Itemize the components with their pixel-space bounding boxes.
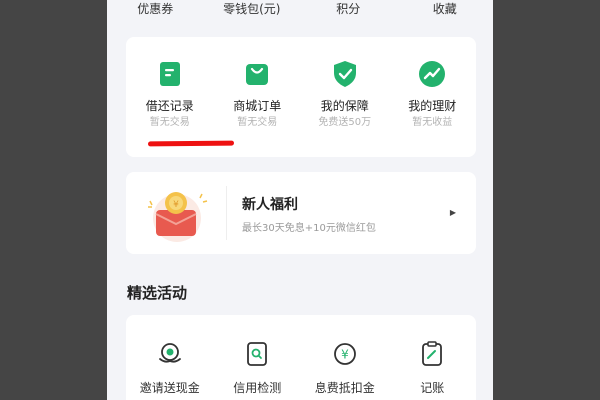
- activity-fee-deduction[interactable]: ¥ 息费抵扣金: [301, 339, 389, 395]
- service-my-protection[interactable]: 我的保障 免费送50万: [301, 59, 389, 129]
- services-card: 借还记录 暂无交易 商城订单 暂无交易 我的保障 免费送50万 我的理财 暂无收…: [126, 37, 476, 157]
- banner-title: 新人福利: [242, 197, 298, 213]
- service-title: 借还记录: [145, 99, 194, 113]
- activity-invite-cash[interactable]: 邀请送现金: [126, 339, 214, 395]
- wallet-link[interactable]: 零钱包(元): [204, 0, 301, 22]
- points-link[interactable]: 积分: [300, 0, 397, 22]
- activities-card: 邀请送现金 信用检测 ¥ 息费抵扣金 记账: [126, 315, 476, 400]
- svg-text:¥: ¥: [173, 200, 179, 210]
- service-my-finance[interactable]: 我的理财 暂无收益: [389, 59, 477, 129]
- asset-summary-row: 优惠券 零钱包(元) 积分 收藏: [107, 0, 493, 22]
- red-envelope-coin-icon: ¥: [144, 186, 210, 242]
- shopping-bag-icon: [242, 59, 272, 89]
- service-subtitle: 暂无交易: [149, 117, 190, 128]
- notebook-icon: [417, 339, 447, 369]
- credit-check-icon: [242, 339, 272, 369]
- activity-label: 记账: [420, 381, 445, 395]
- service-title: 商城订单: [233, 99, 282, 113]
- service-title: 我的理财: [408, 99, 457, 113]
- activity-label: 息费抵扣金: [314, 381, 375, 395]
- section-title: 精选活动: [127, 284, 188, 302]
- trend-chart-icon: [417, 59, 447, 89]
- banner-subtitle: 最长30天免息+10元微信红包: [242, 223, 376, 234]
- chevron-right-icon: ▶: [449, 208, 456, 217]
- phone-screen: 优惠券 零钱包(元) 积分 收藏 借还记录 暂无交易 商城订单 暂无交易 我的保…: [107, 0, 493, 400]
- service-mall-orders[interactable]: 商城订单 暂无交易: [214, 59, 302, 129]
- service-title: 我的保障: [320, 99, 369, 113]
- activity-label: 信用检测: [233, 381, 282, 395]
- invite-cash-icon: [155, 339, 185, 369]
- new-user-banner[interactable]: ¥ 新人福利 最长30天免息+10元微信红包 ▶: [126, 172, 476, 254]
- coupon-link[interactable]: 优惠券: [107, 0, 204, 22]
- service-subtitle: 免费送50万: [318, 117, 372, 128]
- red-underline-annotation: [147, 140, 235, 147]
- favorites-link[interactable]: 收藏: [397, 0, 494, 22]
- banner-divider: [226, 186, 227, 240]
- svg-text:¥: ¥: [341, 348, 349, 362]
- activity-bookkeeping[interactable]: 记账: [389, 339, 477, 395]
- service-borrow-records[interactable]: 借还记录 暂无交易: [126, 59, 214, 129]
- activity-label: 邀请送现金: [139, 381, 200, 395]
- shield-check-icon: [330, 59, 360, 89]
- activity-credit-check[interactable]: 信用检测: [214, 339, 302, 395]
- record-icon: [155, 59, 185, 89]
- service-subtitle: 暂无收益: [412, 117, 453, 128]
- service-subtitle: 暂无交易: [237, 117, 278, 128]
- yen-coin-icon: ¥: [330, 339, 360, 369]
